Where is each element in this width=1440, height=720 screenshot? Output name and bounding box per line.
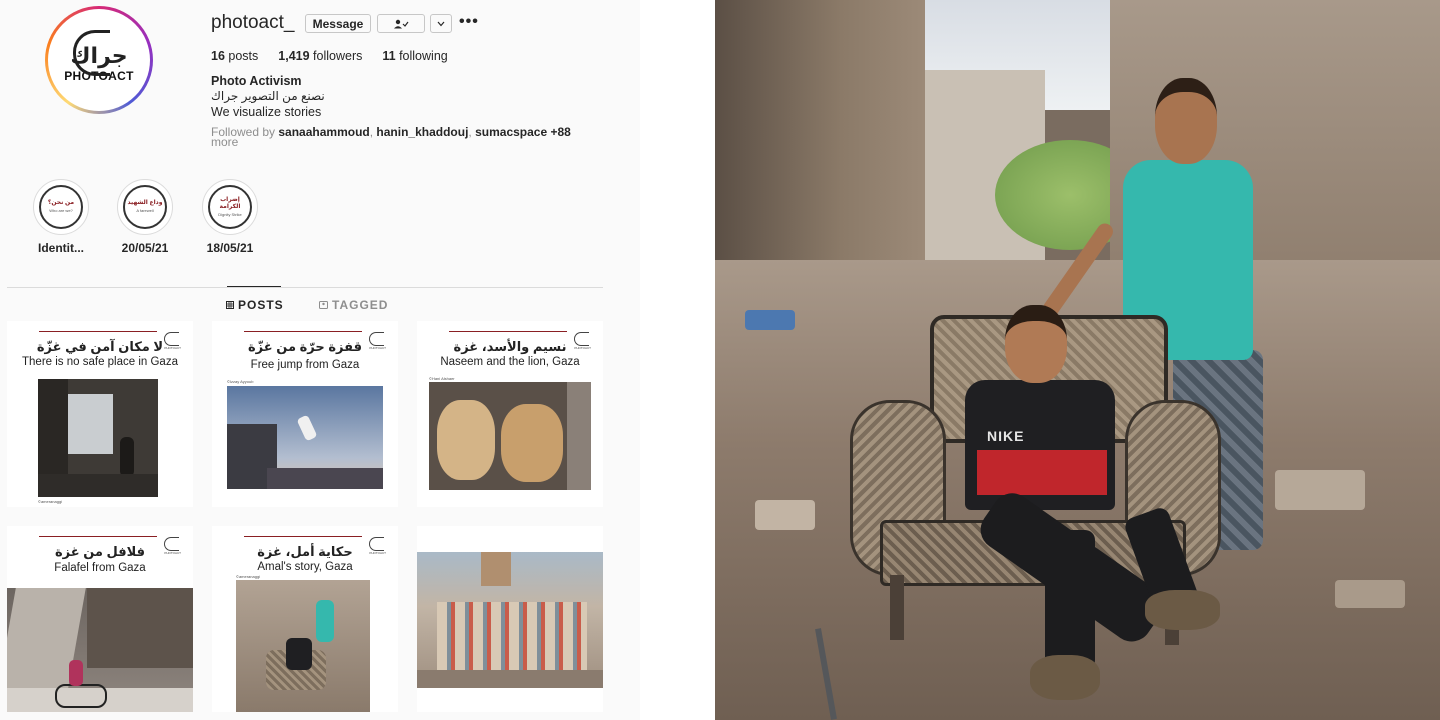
post-tile[interactable]: PHOTOACT قفزة حرّة من غزّة Free jump fro… [212, 321, 398, 507]
story-highlight[interactable]: إضراب الكرامة Dignity Strike 18/05/21 [195, 179, 265, 255]
post-title-english: Free jump from Gaza [250, 359, 360, 371]
camera-arc-icon [73, 30, 110, 76]
post-title-arabic: نسيم والأسد، غزة [453, 339, 567, 354]
highlight-label: 20/05/21 [121, 241, 169, 255]
post-title-arabic: لا مكان آمن في غزّة [36, 339, 164, 354]
tab-posts[interactable]: POSTS [226, 298, 284, 312]
following-stat[interactable]: 11 following [382, 49, 447, 63]
tag-person-icon [319, 301, 328, 309]
profile-full-name: Photo Activism [211, 74, 302, 88]
post-photo [236, 580, 370, 712]
story-highlight[interactable]: من نحن؟ Who are we? Identit... [26, 179, 96, 255]
highlight-cover: من نحن؟ Who are we? [39, 185, 83, 229]
bio-english: We visualize stories [211, 105, 322, 119]
following-button[interactable] [377, 14, 425, 33]
post-title-arabic: فلافل من غزة [54, 544, 146, 559]
follower-link[interactable]: sumacspace [475, 125, 547, 139]
story-highlight[interactable]: وداع الشهيد A farewell 20/05/21 [110, 179, 180, 255]
photoact-logo: جراك PHOTOACT [51, 12, 147, 108]
post-title-english: Falafel from Gaza [54, 562, 146, 574]
follower-link[interactable]: hanin_khaddouj [376, 125, 468, 139]
tab-divider [7, 287, 603, 288]
post-photo [429, 382, 591, 490]
highlight-cover: إضراب الكرامة Dignity Strike [208, 185, 252, 229]
followed-by[interactable]: Followed by sanaahammoud, hanin_khaddouj… [211, 125, 601, 148]
post-title-arabic: حكاية أمل، غزة [257, 544, 353, 559]
post-photo [7, 588, 193, 712]
post-photo [38, 379, 158, 497]
post-title-english: There is no safe place in Gaza [22, 356, 178, 368]
suggested-accounts-button[interactable] [430, 14, 452, 33]
profile-username: photoact_ [211, 12, 295, 33]
profile-avatar[interactable]: جراك PHOTOACT [45, 6, 153, 114]
chevron-down-icon [437, 21, 445, 26]
post-tile[interactable]: PHOTOACT نسيم والأسد، غزة Naseem and the… [417, 321, 603, 507]
message-button[interactable]: Message [305, 14, 371, 33]
tab-tagged[interactable]: TAGGED [319, 298, 388, 312]
more-dots-icon[interactable]: ••• [459, 13, 479, 31]
post-tile[interactable]: PHOTOACT لا مكان آمن في غزّة There is no… [7, 321, 193, 507]
post-title-arabic: قفزة حرّة من غزّة [248, 339, 362, 354]
profile-stats: 16 posts 1,419 followers 11 following [211, 49, 448, 63]
highlight-label: 18/05/21 [206, 241, 254, 255]
sandal [1030, 655, 1100, 700]
post-photo [417, 552, 603, 688]
grid-icon [226, 301, 234, 309]
post-tile[interactable] [417, 526, 603, 712]
highlight-cover: وداع الشهيد A farewell [123, 185, 167, 229]
girl-head [1155, 78, 1217, 164]
followers-stat[interactable]: 1,419 followers [278, 49, 362, 63]
post-tile[interactable]: PHOTOACT حكاية أمل، غزة Amal's story, Ga… [212, 526, 398, 712]
sandal [1145, 590, 1220, 630]
posts-stat: 16 posts [211, 49, 259, 63]
boy-head [1005, 305, 1067, 383]
shirt-logo-text: NIKE [987, 428, 1025, 444]
person-check-icon [394, 19, 409, 28]
tab-active-indicator [227, 286, 281, 287]
follower-link[interactable]: sanaahammoud [278, 125, 369, 139]
highlight-label: Identit... [38, 241, 84, 255]
instagram-profile-panel: جراك PHOTOACT photoact_ Message ••• 16 p… [0, 0, 640, 720]
bio-arabic: نصنع من التصوير جراك [211, 89, 325, 103]
post-photo [227, 386, 383, 489]
post-title-english: Naseem and the lion, Gaza [440, 356, 580, 368]
post-title-english: Amal's story, Gaza [257, 561, 353, 573]
featured-photo: NIKE [715, 0, 1440, 720]
post-tile[interactable]: PHOTOACT فلافل من غزة Falafel from Gaza [7, 526, 193, 712]
